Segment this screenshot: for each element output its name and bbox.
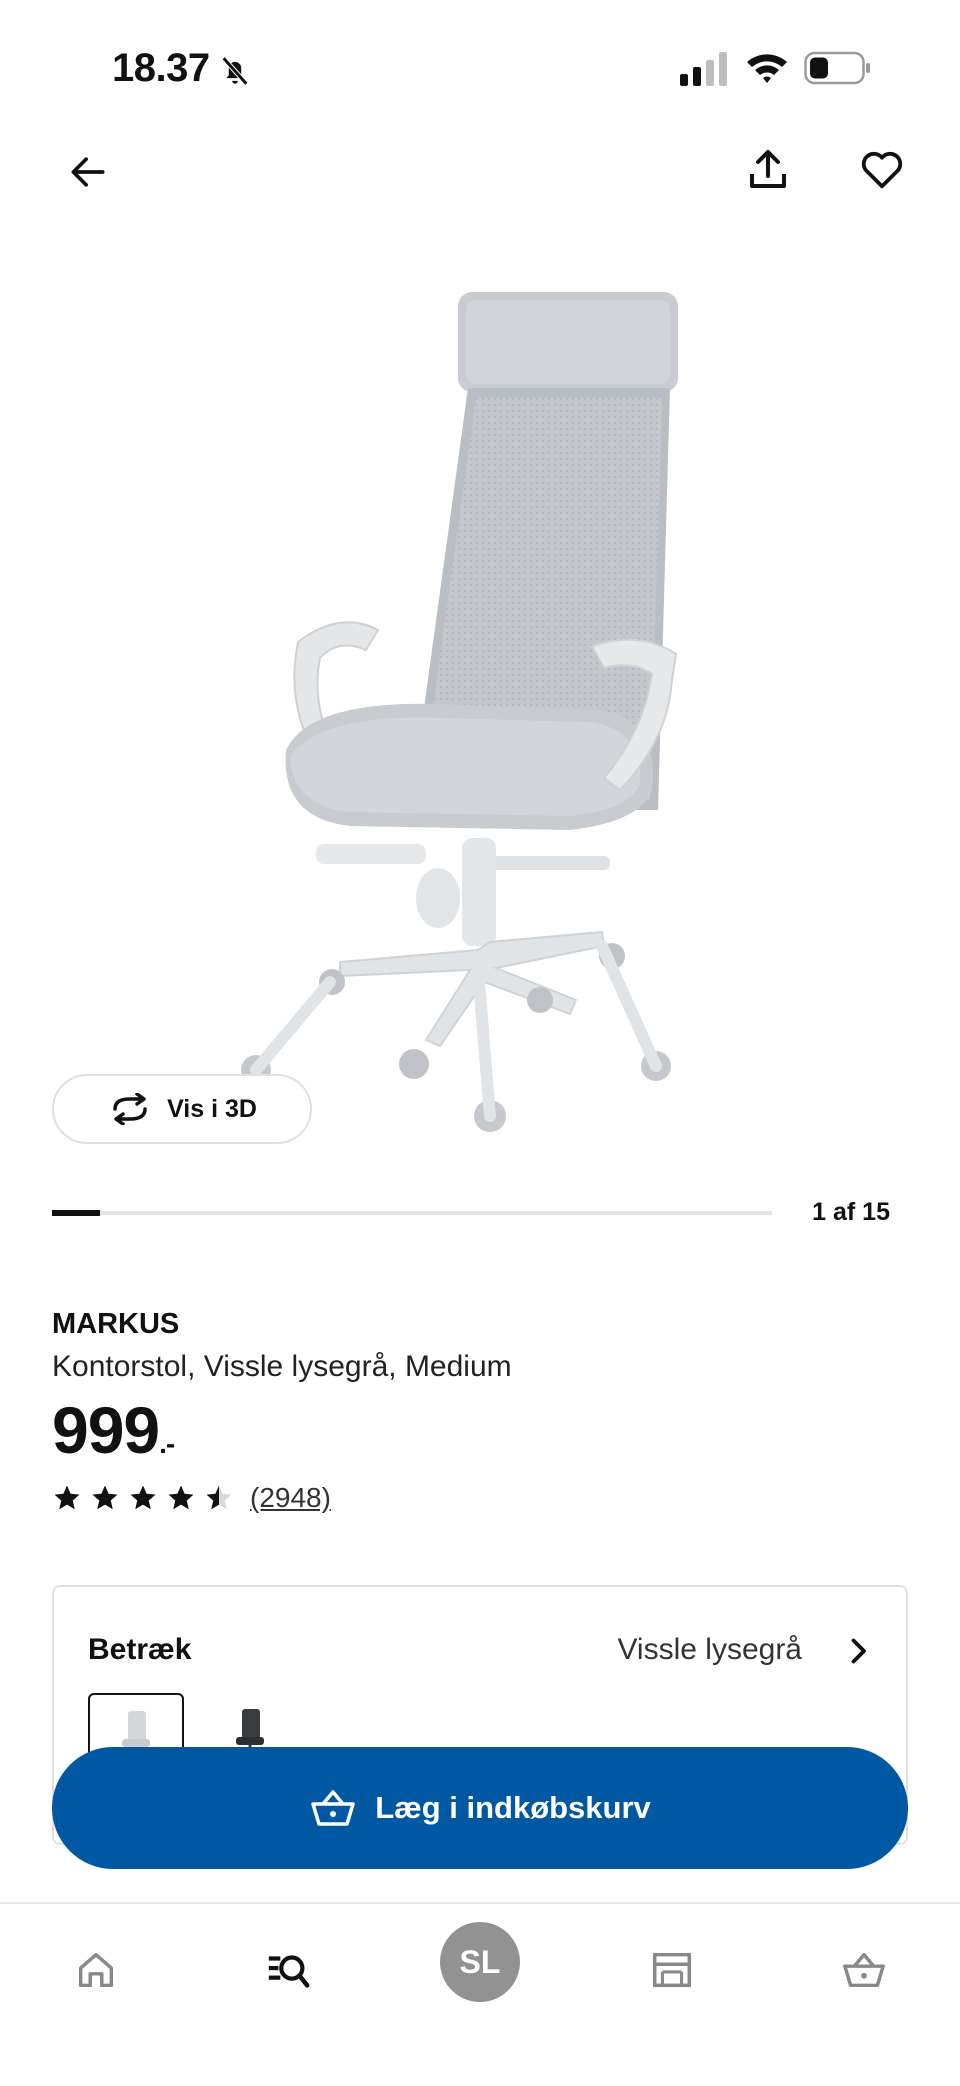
tab-profile-avatar[interactable]: SL — [440, 1922, 520, 2002]
wifi-icon — [747, 54, 787, 83]
search-icon — [268, 1955, 310, 1988]
favorite-button[interactable] — [850, 138, 914, 202]
rating-stars — [52, 1483, 234, 1513]
price-value: 999 — [52, 1393, 160, 1467]
battery-icon — [804, 51, 870, 85]
tab-home[interactable] — [56, 1930, 136, 2010]
variant-title: Betræk — [88, 1633, 192, 1666]
status-bar: 18.37 — [0, 0, 960, 130]
view-in-3d-button[interactable]: Vis i 3D — [52, 1074, 312, 1144]
product-name: MARKUS — [52, 1308, 180, 1340]
share-icon — [750, 150, 786, 188]
share-button[interactable] — [736, 138, 800, 202]
rotate-3d-icon — [113, 1093, 147, 1125]
bottom-tab-bar: SL — [0, 1902, 960, 2086]
gallery-counter: 1 af 15 — [812, 1198, 890, 1226]
signal-icon — [680, 52, 727, 86]
bell-off-icon — [221, 56, 249, 86]
price-suffix: .- — [159, 1428, 175, 1459]
star-icon — [130, 1485, 156, 1510]
review-count-link[interactable]: (2948) — [250, 1482, 331, 1514]
add-to-cart-label: Læg i indkøbskurv — [375, 1790, 651, 1825]
status-time: 18.37 — [112, 46, 210, 90]
tab-cart[interactable] — [824, 1930, 904, 2010]
product-price: 999.- — [52, 1392, 175, 1468]
heart-icon — [861, 151, 903, 189]
cart-icon — [843, 1952, 885, 1988]
tab-stores[interactable] — [632, 1930, 712, 2010]
star-icon — [92, 1485, 118, 1510]
chevron-right-icon[interactable] — [840, 1633, 876, 1669]
gallery-progress-track — [52, 1210, 772, 1216]
store-icon — [653, 1952, 691, 1988]
tab-search[interactable] — [248, 1930, 328, 2010]
product-rating[interactable]: (2948) — [52, 1478, 331, 1518]
back-button[interactable] — [56, 140, 120, 204]
variant-selected-value: Vissle lysegrå — [617, 1633, 802, 1666]
product-image[interactable] — [240, 270, 700, 1150]
gallery-progress-fill — [52, 1210, 100, 1216]
star-icon — [54, 1485, 80, 1510]
view-in-3d-label: Vis i 3D — [167, 1094, 257, 1123]
home-icon — [78, 1952, 114, 1988]
basket-icon — [311, 1790, 355, 1826]
product-description: Kontorstol, Vissle lysegrå, Medium — [52, 1350, 512, 1383]
star-icon — [168, 1485, 194, 1510]
back-arrow-icon — [71, 157, 105, 187]
add-to-cart-button[interactable]: Læg i indkøbskurv — [52, 1747, 908, 1869]
star-icon — [206, 1485, 232, 1510]
